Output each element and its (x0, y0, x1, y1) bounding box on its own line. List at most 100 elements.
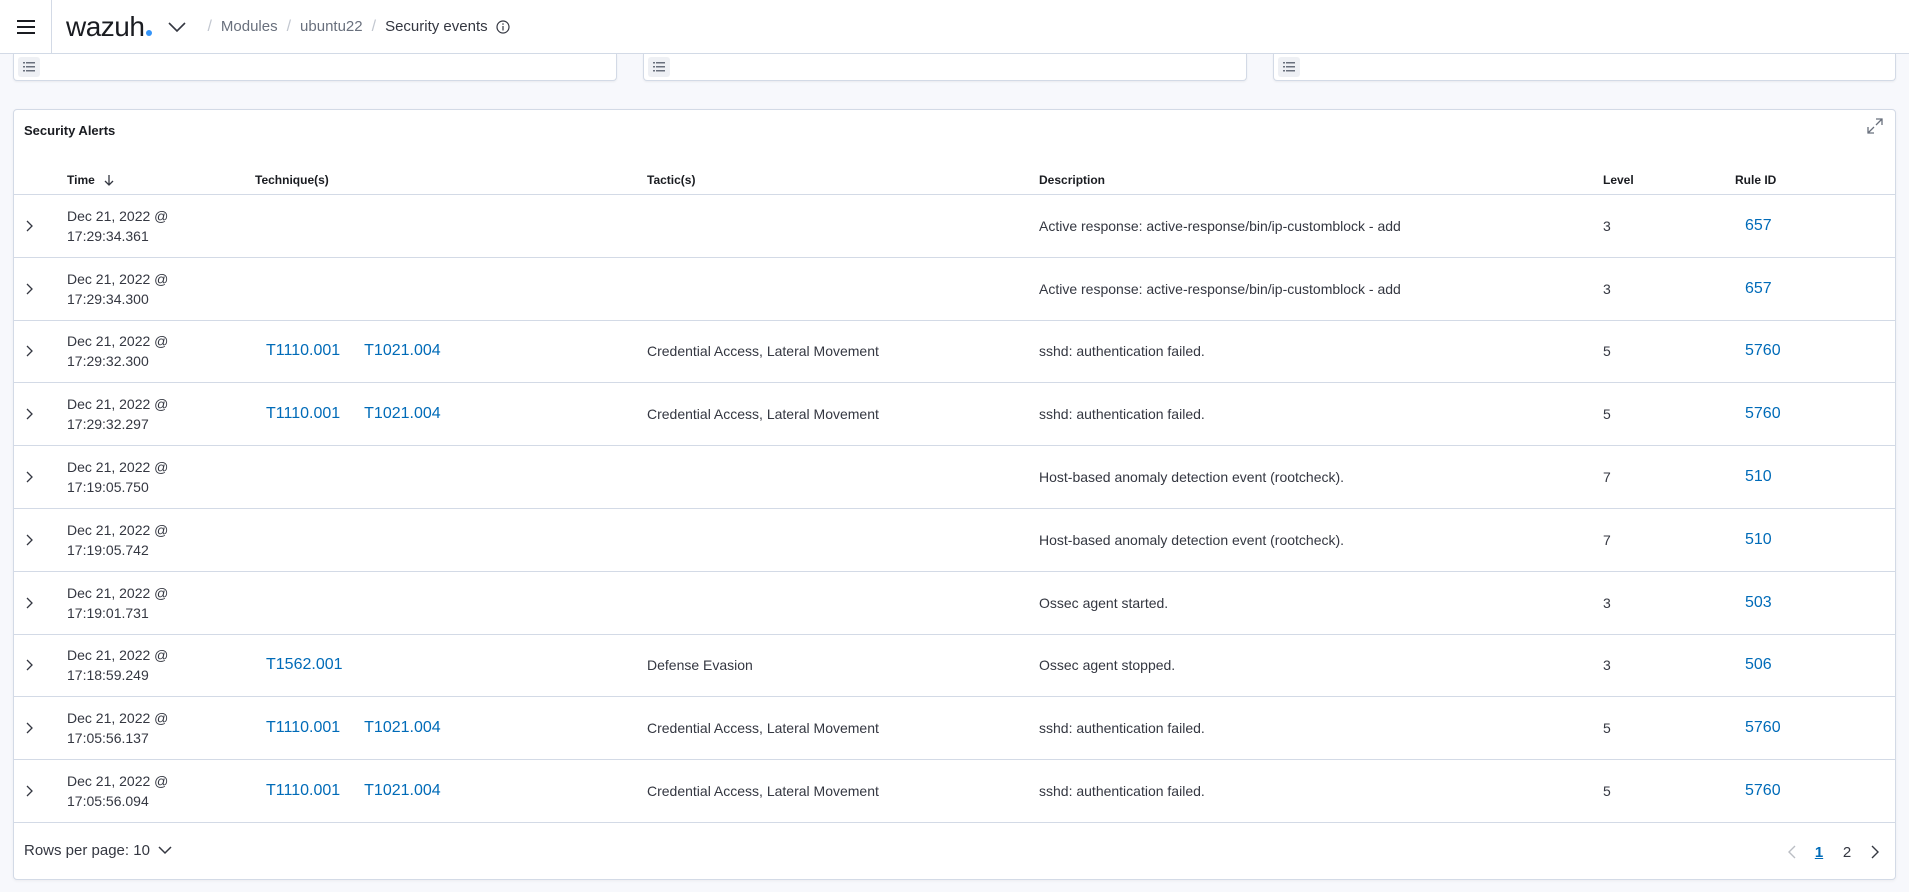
alert-date: Dec 21, 2022 @ (67, 207, 169, 224)
column-header-rule-id[interactable]: Rule ID (1735, 165, 1776, 195)
info-icon[interactable] (496, 19, 510, 34)
sort-descending-icon (103, 174, 115, 186)
alert-time: 17:05:56.094 (67, 793, 149, 810)
level-cell: 3 (1603, 280, 1611, 297)
alert-time: 17:19:05.742 (67, 541, 149, 558)
app-switcher-button[interactable] (166, 16, 188, 38)
technique-link[interactable]: T1021.004 (364, 719, 441, 737)
rule-id-link[interactable]: 5760 (1745, 342, 1781, 360)
security-alerts-panel: Security Alerts Time Technique(s) Tactic… (13, 109, 1896, 880)
column-header-tactics[interactable]: Tactic(s) (647, 165, 695, 195)
table-row[interactable]: Dec 21, 2022 @ 17:18:59.249 T1562.001 De… (14, 635, 1895, 698)
table-row[interactable]: Dec 21, 2022 @ 17:29:34.361 Active respo… (14, 195, 1895, 258)
expand-row-button[interactable] (20, 404, 40, 424)
time-cell: Dec 21, 2022 @ 17:19:01.731 (67, 572, 168, 634)
page-button-1[interactable]: 1 (1805, 840, 1833, 864)
techniques-cell (266, 446, 314, 508)
rule-id-cell: 5760 (1745, 321, 1781, 383)
next-page-button[interactable] (1861, 840, 1889, 864)
chevron-right-icon (1871, 845, 1879, 859)
rule-id-link[interactable]: 510 (1745, 468, 1772, 486)
technique-link[interactable]: T1110.001 (266, 405, 340, 423)
time-cell: Dec 21, 2022 @ 17:19:05.750 (67, 446, 168, 508)
expand-row-button[interactable] (20, 279, 40, 299)
expand-row-button[interactable] (20, 718, 40, 738)
list-icon[interactable] (648, 57, 670, 77)
description-cell: sshd: authentication failed. (1039, 783, 1205, 800)
column-header-time[interactable]: Time (67, 165, 115, 195)
expand-row-button[interactable] (20, 467, 40, 487)
expand-row-button[interactable] (20, 655, 40, 675)
chevron-right-icon (26, 283, 33, 295)
expand-row-button[interactable] (20, 593, 40, 613)
rule-id-link[interactable]: 5760 (1745, 405, 1781, 423)
technique-link[interactable]: T1110.001 (266, 719, 340, 737)
table-row[interactable]: Dec 21, 2022 @ 17:05:56.094 T1110.001 T1… (14, 760, 1895, 823)
chevron-right-icon (26, 471, 33, 483)
rule-id-link[interactable]: 510 (1745, 531, 1772, 549)
breadcrumb-agent[interactable]: ubuntu22 (300, 18, 363, 35)
chevron-right-icon (26, 785, 33, 797)
hamburger-icon (16, 19, 35, 34)
techniques-cell (266, 195, 314, 257)
alert-time: 17:19:01.731 (67, 604, 149, 621)
rule-id-cell: 503 (1745, 572, 1772, 634)
chevron-right-icon (26, 346, 33, 357)
technique-link[interactable]: T1021.004 (364, 782, 441, 800)
rule-id-link[interactable]: 5760 (1745, 782, 1781, 800)
rows-per-page-selector[interactable]: Rows per page: 10 (24, 842, 172, 859)
level-cell: 3 (1603, 657, 1611, 674)
technique-link[interactable]: T1110.001 (266, 342, 340, 360)
chevron-right-icon (26, 597, 33, 609)
techniques-cell: T1110.001 T1021.004 (266, 697, 465, 759)
time-cell: Dec 21, 2022 @ 17:05:56.137 (67, 697, 168, 759)
chevron-right-icon (26, 408, 33, 420)
rule-id-link[interactable]: 506 (1745, 656, 1772, 674)
breadcrumb-modules[interactable]: Modules (221, 18, 278, 35)
table-row[interactable]: Dec 21, 2022 @ 17:29:34.300 Active respo… (14, 258, 1895, 321)
technique-link[interactable]: T1562.001 (266, 656, 343, 674)
rule-id-link[interactable]: 5760 (1745, 719, 1781, 737)
wazuh-logo[interactable]: wazuh (66, 11, 153, 43)
rule-id-link[interactable]: 657 (1745, 280, 1772, 298)
rule-id-cell: 5760 (1745, 383, 1781, 445)
menu-toggle-button[interactable] (0, 0, 52, 54)
expand-row-button[interactable] (20, 216, 40, 236)
expand-row-button[interactable] (20, 341, 40, 361)
technique-link[interactable]: T1110.001 (266, 782, 340, 800)
level-cell: 3 (1603, 594, 1611, 611)
table-row[interactable]: Dec 21, 2022 @ 17:19:01.731 Ossec agent … (14, 572, 1895, 635)
rule-id-cell: 510 (1745, 446, 1772, 508)
alert-time: 17:19:05.750 (67, 479, 149, 496)
table-row[interactable]: Dec 21, 2022 @ 17:05:56.137 T1110.001 T1… (14, 697, 1895, 761)
alert-date: Dec 21, 2022 @ (67, 333, 169, 350)
column-header-description[interactable]: Description (1039, 165, 1105, 195)
table-row[interactable]: Dec 21, 2022 @ 17:19:05.750 Host-based a… (14, 446, 1895, 509)
rule-id-link[interactable]: 657 (1745, 217, 1772, 235)
description-cell: sshd: authentication failed. (1039, 720, 1205, 737)
previous-page-button[interactable] (1777, 840, 1805, 864)
technique-link[interactable]: T1021.004 (364, 405, 441, 423)
table-row[interactable]: Dec 21, 2022 @ 17:29:32.297 T1110.001 T1… (14, 383, 1895, 447)
list-icon[interactable] (1278, 57, 1300, 77)
techniques-cell (266, 258, 314, 320)
expand-row-button[interactable] (20, 781, 40, 801)
chevron-right-icon (26, 220, 33, 232)
table-row[interactable]: Dec 21, 2022 @ 17:29:32.300 T1110.001 T1… (14, 321, 1895, 384)
breadcrumb: / Modules / ubuntu22 / Security events (198, 18, 510, 36)
alert-date: Dec 21, 2022 @ (67, 521, 169, 538)
rule-id-cell: 506 (1745, 635, 1772, 697)
technique-link[interactable]: T1021.004 (364, 342, 441, 360)
fullscreen-expand-icon[interactable] (1865, 116, 1885, 136)
rule-id-cell: 5760 (1745, 760, 1781, 822)
chevron-down-icon (168, 21, 187, 32)
alert-date: Dec 21, 2022 @ (67, 396, 169, 413)
column-header-techniques[interactable]: Technique(s) (255, 165, 329, 195)
expand-row-button[interactable] (20, 530, 40, 550)
column-header-level[interactable]: Level (1603, 165, 1634, 195)
table-row[interactable]: Dec 21, 2022 @ 17:19:05.742 Host-based a… (14, 509, 1895, 572)
page-button-2[interactable]: 2 (1833, 840, 1861, 864)
list-icon[interactable] (18, 57, 40, 77)
rule-id-link[interactable]: 503 (1745, 594, 1772, 612)
level-cell: 5 (1603, 720, 1611, 737)
